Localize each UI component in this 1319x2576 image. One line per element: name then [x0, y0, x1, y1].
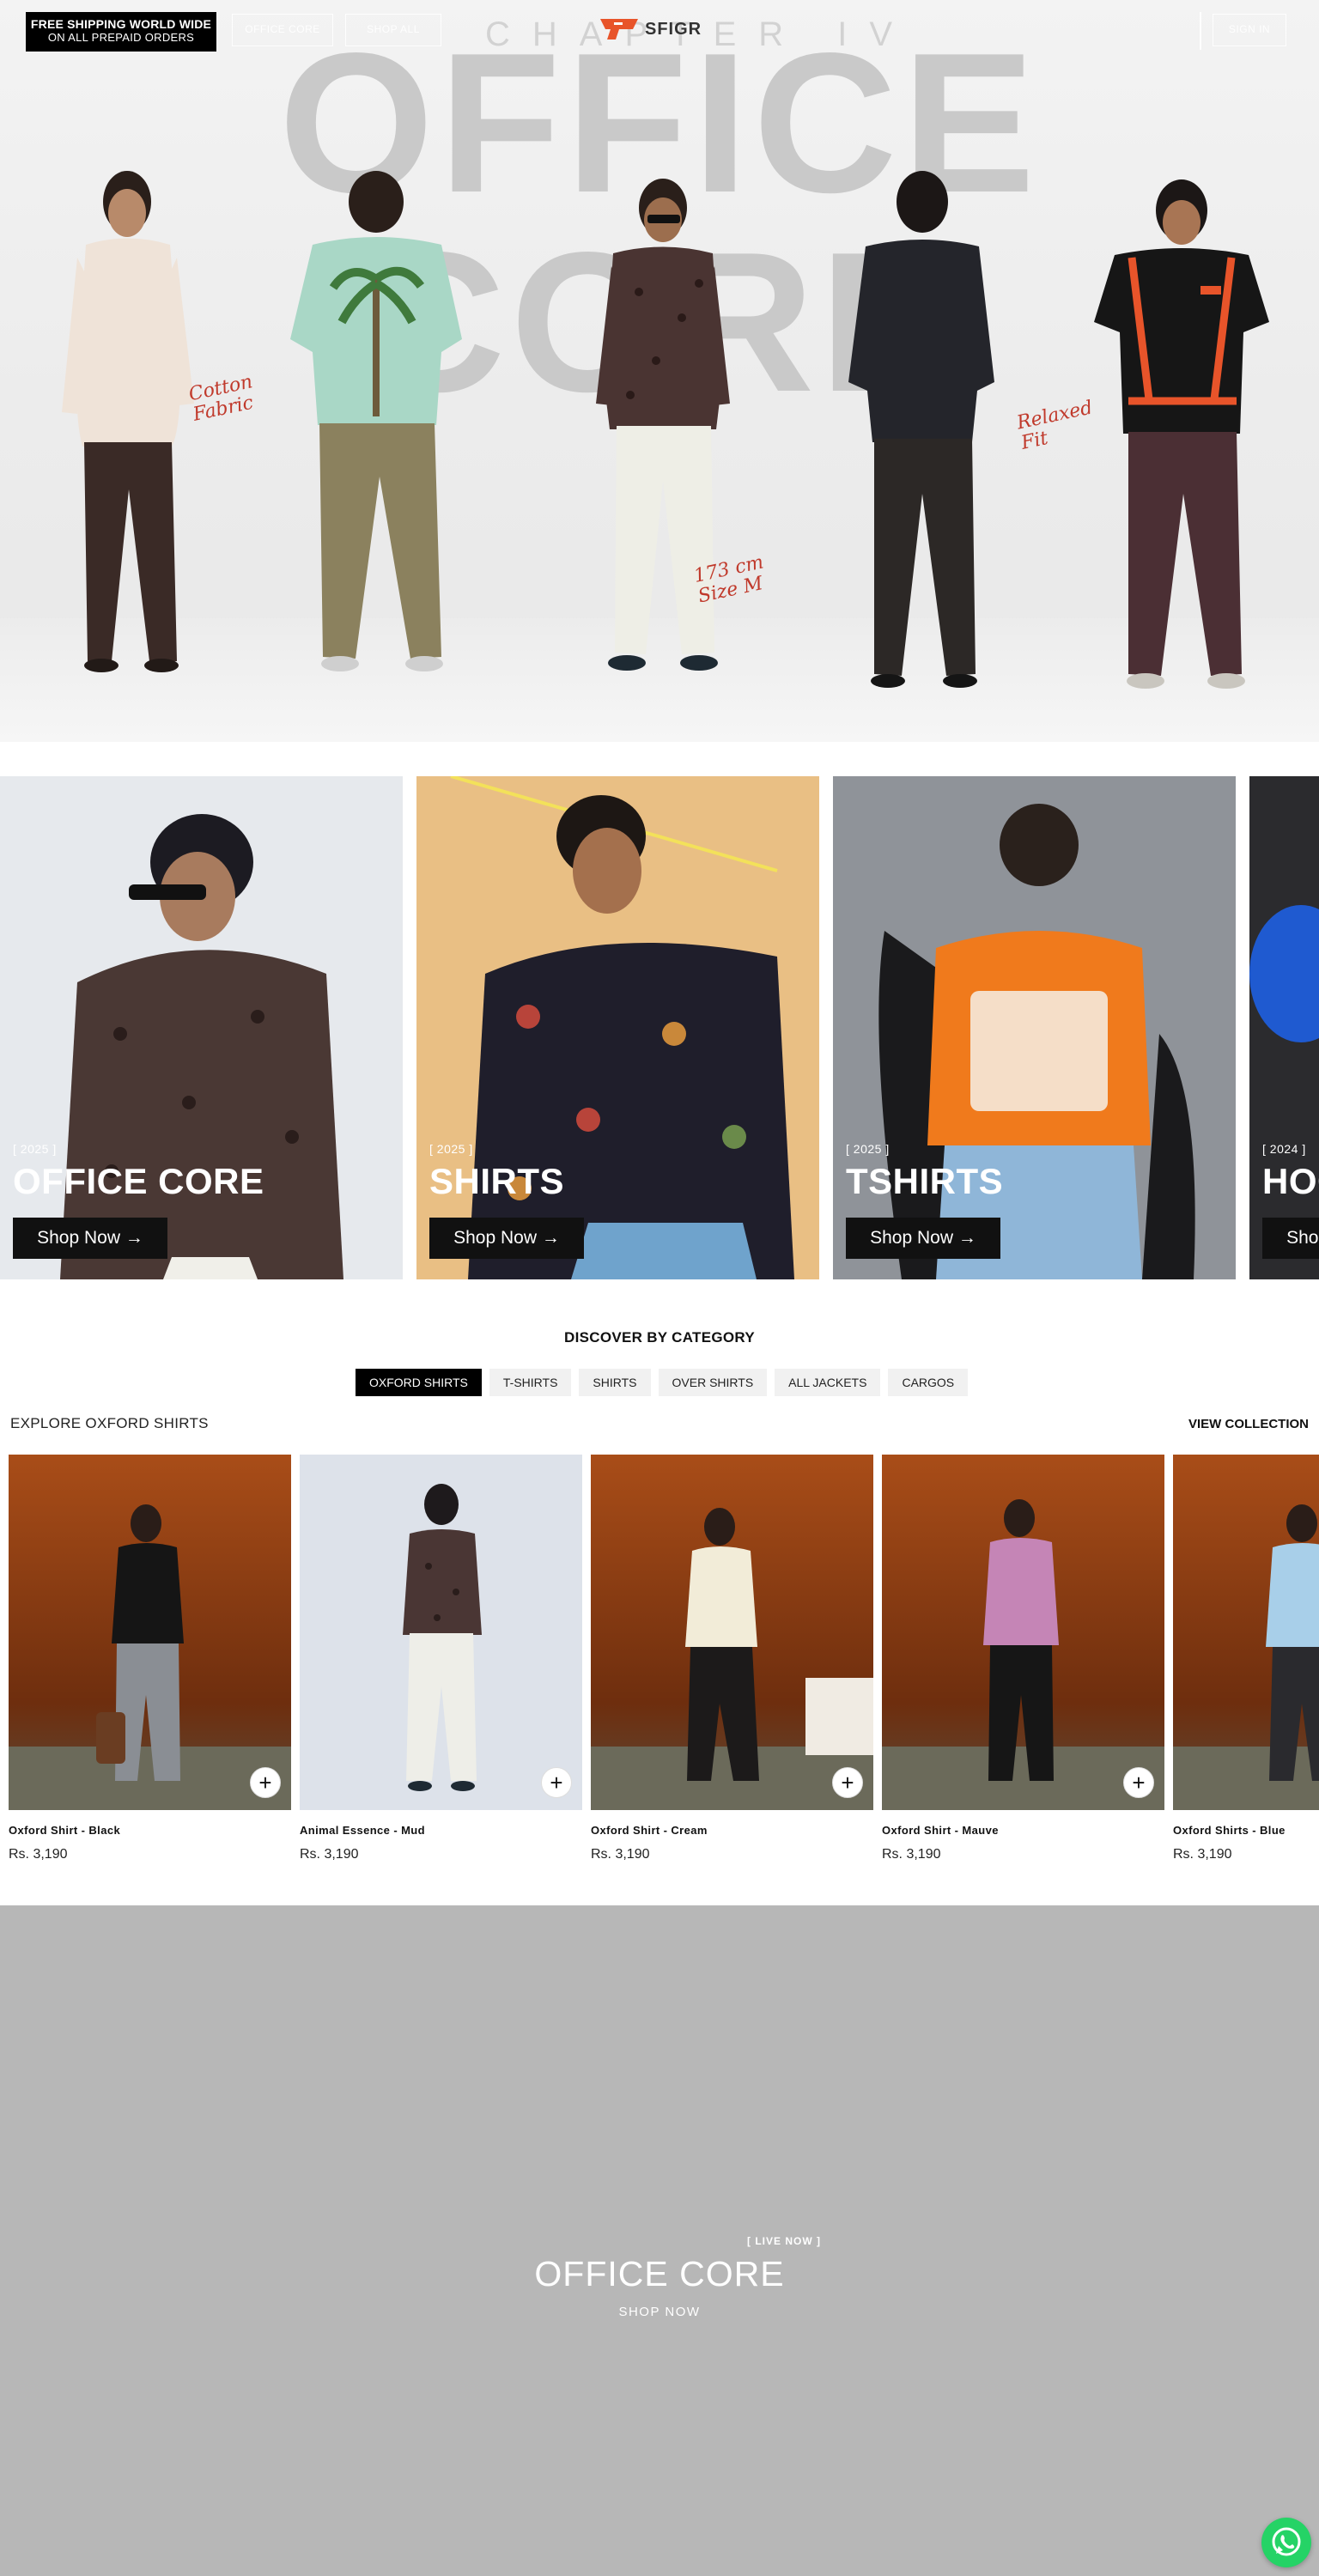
add-to-cart-button[interactable]: +: [832, 1767, 863, 1798]
brand-name: SFIGR: [645, 19, 702, 39]
product-image[interactable]: +: [9, 1455, 291, 1810]
product-4-figure: [882, 1499, 1164, 1810]
product-card[interactable]: + Oxford Shirt - Black Rs. 3,190: [9, 1455, 291, 1862]
shop-now-button[interactable]: Shop Now →: [429, 1218, 584, 1259]
product-2-figure: [403, 1484, 482, 1791]
product-image[interactable]: +: [882, 1455, 1164, 1810]
brand-mark-icon: [600, 19, 638, 39]
category-card-tshirts[interactable]: [ 2025 ] TSHIRTS Shop Now →: [833, 776, 1236, 1279]
card-year: [ 2025 ]: [429, 1142, 473, 1156]
product-price: Rs. 3,190: [882, 1847, 941, 1862]
tab-cargos[interactable]: CARGOS: [888, 1369, 969, 1396]
product-price: Rs. 3,190: [591, 1847, 650, 1862]
shipping-line-1: FREE SHIPPING WORLD WIDE: [30, 17, 212, 31]
tab-t-shirts[interactable]: T-SHIRTS: [489, 1369, 572, 1396]
product-name[interactable]: Oxford Shirts - Blue: [1173, 1824, 1319, 1837]
product-name[interactable]: Oxford Shirt - Cream: [591, 1824, 873, 1837]
product-price: Rs. 3,190: [300, 1847, 359, 1862]
product-card[interactable]: + Animal Essence - Mud Rs. 3,190: [300, 1455, 582, 1862]
product-1-figure: [9, 1504, 291, 1810]
card-2-image: [450, 776, 794, 1279]
tab-shirts[interactable]: SHIRTS: [579, 1369, 651, 1396]
banner-title: OFFICE CORE: [534, 2254, 785, 2293]
product-name[interactable]: Oxford Shirt - Mauve: [882, 1824, 1164, 1837]
category-card-office-core[interactable]: [ 2025 ] OFFICE CORE Shop Now →: [0, 776, 403, 1279]
product-image[interactable]: +: [300, 1455, 582, 1810]
card-title: HOODIES: [1262, 1161, 1319, 1201]
hero-model-1: [62, 171, 194, 672]
card-4-image: [1249, 905, 1319, 1042]
hero-model-5: [1094, 179, 1269, 689]
free-shipping-badge: FREE SHIPPING WORLD WIDE ON ALL PREPAID …: [26, 12, 216, 52]
discover-title: DISCOVER BY CATEGORY: [564, 1329, 755, 1346]
nav-shop-all[interactable]: SHOP ALL: [345, 14, 441, 46]
tab-oxford-shirts[interactable]: OXFORD SHIRTS: [356, 1369, 482, 1396]
hero-model-2: [290, 171, 462, 671]
product-5-figure: [1173, 1504, 1319, 1810]
category-cards: [ 2025 ] OFFICE CORE Shop Now → [ 2025 ]…: [0, 776, 1319, 1279]
product-price: Rs. 3,190: [9, 1847, 68, 1862]
whatsapp-chat-button[interactable]: [1261, 2518, 1311, 2567]
product-name[interactable]: Oxford Shirt - Black: [9, 1824, 291, 1837]
product-card[interactable]: + Oxford Shirt - Mauve Rs. 3,190: [882, 1455, 1164, 1862]
whatsapp-icon: [1272, 2527, 1301, 2556]
explore-heading: EXPLORE OXFORD SHIRTS: [10, 1415, 209, 1431]
card-1-image: [60, 814, 343, 1279]
product-3-figure: [591, 1508, 873, 1810]
card-3-image: [878, 804, 1195, 1279]
product-carousel: + Oxford Shirt - Black Rs. 3,190 + Anima…: [0, 1455, 1319, 1867]
nav-office-core[interactable]: OFFICE CORE: [232, 14, 333, 46]
site-header: FREE SHIPPING WORLD WIDE ON ALL PREPAID …: [0, 0, 1319, 62]
product-card[interactable]: + Oxford Shirt - Cream Rs. 3,190: [591, 1455, 873, 1862]
shop-now-button[interactable]: Shop Now →: [13, 1218, 167, 1259]
shop-now-button[interactable]: Shop Now →: [1262, 1218, 1319, 1259]
category-card-hoodies[interactable]: [ 2024 ] HOODIES Shop Now →: [1249, 776, 1319, 1279]
shipping-line-2: ON ALL PREPAID ORDERS: [47, 31, 195, 44]
live-now-label: [ LIVE NOW ]: [747, 2235, 821, 2247]
product-name[interactable]: Animal Essence - Mud: [300, 1824, 582, 1837]
brand-logo[interactable]: SFIGR: [599, 15, 702, 43]
banner-shop-now-link[interactable]: SHOP NOW: [0, 2305, 1319, 2319]
add-to-cart-button[interactable]: +: [250, 1767, 281, 1798]
card-title: OFFICE CORE: [13, 1161, 264, 1201]
live-banner[interactable]: [ LIVE NOW ] OFFICE CORE SHOP NOW: [0, 1905, 1319, 2576]
tab-all-jackets[interactable]: ALL JACKETS: [775, 1369, 881, 1396]
product-price: Rs. 3,190: [1173, 1847, 1232, 1862]
product-image[interactable]: +: [591, 1455, 873, 1810]
card-year: [ 2025 ]: [13, 1142, 57, 1156]
add-to-cart-button[interactable]: +: [1123, 1767, 1154, 1798]
category-tabs: OXFORD SHIRTS T-SHIRTS SHIRTS OVER SHIRT…: [356, 1369, 969, 1396]
card-title: TSHIRTS: [846, 1161, 1004, 1201]
product-image[interactable]: +: [1173, 1455, 1319, 1810]
shop-now-button[interactable]: Shop Now →: [846, 1218, 1000, 1259]
card-title: SHIRTS: [429, 1161, 565, 1201]
tab-over-shirts[interactable]: OVER SHIRTS: [658, 1369, 768, 1396]
card-year: [ 2025 ]: [846, 1142, 890, 1156]
sign-in-button[interactable]: SIGN IN: [1213, 14, 1286, 46]
hero-model-3: [596, 179, 730, 671]
header-divider: [1200, 12, 1201, 50]
hero-model-4: [848, 171, 994, 688]
product-card[interactable]: + Oxford Shirts - Blue Rs. 3,190: [1173, 1455, 1319, 1862]
card-year: [ 2024 ]: [1262, 1142, 1306, 1156]
add-to-cart-button[interactable]: +: [541, 1767, 572, 1798]
view-collection-link[interactable]: VIEW COLLECTION: [1188, 1417, 1309, 1431]
category-card-shirts[interactable]: [ 2025 ] SHIRTS Shop Now →: [416, 776, 819, 1279]
hero-section: OFFICE CORE: [0, 0, 1319, 742]
